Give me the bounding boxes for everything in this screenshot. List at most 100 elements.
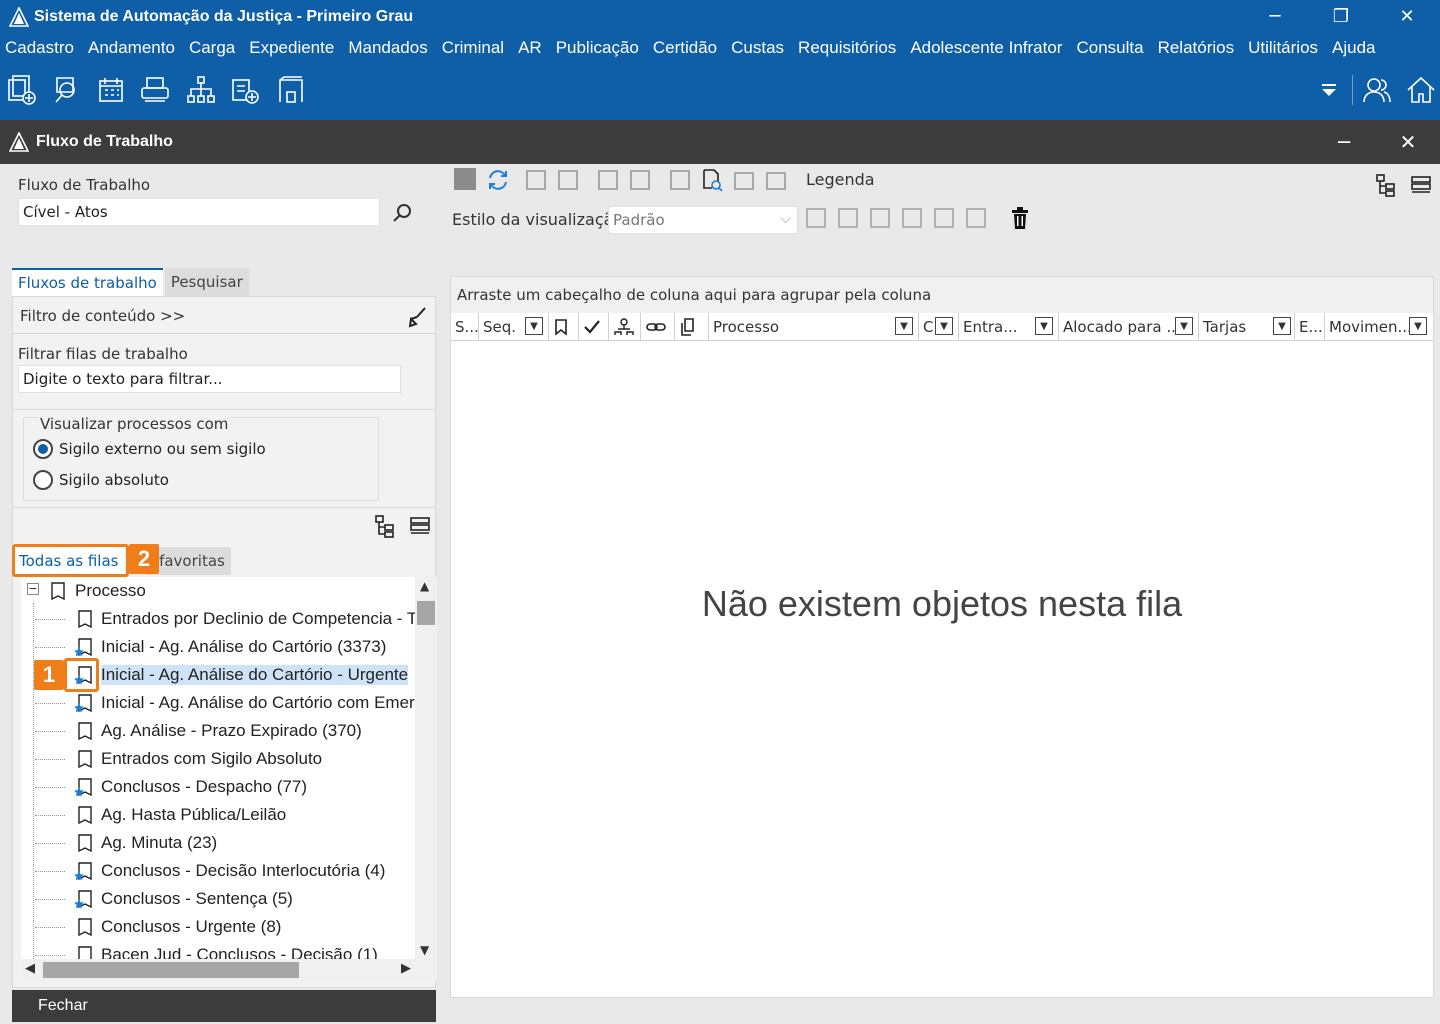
- view-style-select[interactable]: Padrão ⌵: [608, 206, 798, 234]
- home-icon[interactable]: [1404, 73, 1438, 107]
- col-check[interactable]: [579, 313, 609, 341]
- menu-item-relat-rios[interactable]: Relatórios: [1158, 38, 1235, 58]
- col-movimento[interactable]: Movimen... ▼: [1325, 313, 1433, 341]
- menu-item-ajuda[interactable]: Ajuda: [1332, 38, 1375, 58]
- queue-tree-item[interactable]: Conclusos - Urgente (8): [35, 913, 281, 941]
- flow-field[interactable]: Cível - Atos: [18, 198, 380, 226]
- printer-icon[interactable]: [138, 73, 172, 107]
- group-by-bar[interactable]: Arraste um cabeçalho de coluna aqui para…: [451, 277, 1433, 313]
- hscroll-thumb[interactable]: [43, 962, 299, 978]
- queue-tree-item[interactable]: Inicial - Ag. Análise do Cartório com Em…: [35, 689, 415, 717]
- minimize-button[interactable]: ─: [1242, 0, 1308, 33]
- col-processo[interactable]: Processo ▼: [709, 313, 919, 341]
- col-bookmark[interactable]: [549, 313, 579, 341]
- chevron-down-icon[interactable]: ▼: [525, 317, 543, 335]
- col-status[interactable]: S...: [451, 313, 479, 341]
- tab-fluxos[interactable]: Fluxos de trabalho: [12, 268, 163, 296]
- menu-item-requisit-rios[interactable]: Requisitórios: [798, 38, 896, 58]
- restore-button[interactable]: ❐: [1308, 0, 1374, 33]
- queue-tree-item[interactable]: Inicial - Ag. Análise do Cartório (3373): [35, 633, 386, 661]
- queue-tree-item[interactable]: Ag. Análise - Prazo Expirado (370): [35, 717, 362, 745]
- queue-tree-item[interactable]: Ag. Minuta (23): [35, 829, 217, 857]
- flag-icon[interactable]: [454, 168, 476, 190]
- menu-item-ar[interactable]: AR: [518, 38, 542, 58]
- search-icon[interactable]: [392, 202, 414, 224]
- dropdown-arrow-icon[interactable]: [1312, 73, 1346, 107]
- legend-link[interactable]: Legenda: [806, 170, 875, 189]
- expand-groups-icon[interactable]: [1374, 172, 1400, 198]
- menu-item-criminal[interactable]: Criminal: [442, 38, 504, 58]
- menu-item-publica-o[interactable]: Publicação: [556, 38, 639, 58]
- chevron-down-icon[interactable]: ▼: [895, 317, 913, 335]
- menu-item-adolescente-infrator[interactable]: Adolescente Infrator: [910, 38, 1062, 58]
- building-icon[interactable]: [274, 73, 308, 107]
- col-entrada[interactable]: Entra... ▼: [959, 313, 1059, 341]
- tab-filas-favoritas[interactable]: s favoritas: [146, 547, 231, 575]
- menu-item-consulta[interactable]: Consulta: [1076, 38, 1143, 58]
- scroll-left-icon[interactable]: ◀: [25, 961, 35, 976]
- radio-sigilo-externo[interactable]: Sigilo externo ou sem sigilo: [33, 439, 266, 459]
- col-movimento-label: Movimen...: [1329, 318, 1412, 336]
- chevron-down-icon[interactable]: ▼: [1409, 317, 1427, 335]
- collapse-tree-icon[interactable]: [407, 513, 433, 539]
- queue-tree-item[interactable]: Ag. Hasta Pública/Leilão: [35, 801, 286, 829]
- tree-vscroll[interactable]: ▲ ▼: [415, 577, 437, 959]
- menu-item-mandados[interactable]: Mandados: [348, 38, 427, 58]
- tree-root[interactable]: Processo: [47, 577, 146, 605]
- chevron-down-icon[interactable]: ▼: [935, 317, 953, 335]
- queue-tree-item[interactable]: Conclusos - Despacho (77): [35, 773, 307, 801]
- expand-tree-icon[interactable]: [373, 513, 399, 539]
- menu-item-cadastro[interactable]: Cadastro: [5, 38, 74, 58]
- search-process-icon[interactable]: [50, 73, 84, 107]
- col-document[interactable]: [675, 313, 709, 341]
- scroll-right-icon[interactable]: ▶: [401, 961, 411, 976]
- new-process-icon[interactable]: [4, 73, 38, 107]
- chevron-down-icon[interactable]: ▼: [1175, 317, 1193, 335]
- add-document-icon[interactable]: [228, 73, 262, 107]
- close-window-button[interactable]: ✕: [1374, 0, 1440, 33]
- menu-item-certid-o[interactable]: Certidão: [653, 38, 717, 58]
- close-button[interactable]: Fechar: [12, 990, 436, 1022]
- child-close-button[interactable]: ✕: [1376, 120, 1440, 164]
- tab-pesquisar[interactable]: Pesquisar: [164, 268, 249, 296]
- col-seq[interactable]: Seq. ▼: [479, 313, 549, 341]
- collapse-groups-icon[interactable]: [1408, 172, 1434, 198]
- child-minimize-button[interactable]: ─: [1312, 120, 1376, 164]
- queue-tree-item[interactable]: Conclusos - Sentença (5): [35, 885, 293, 913]
- menu-item-custas[interactable]: Custas: [731, 38, 784, 58]
- calendar-icon[interactable]: [94, 73, 128, 107]
- menu-item-expediente[interactable]: Expediente: [249, 38, 334, 58]
- broom-icon[interactable]: [405, 305, 429, 329]
- vscroll-thumb[interactable]: [417, 601, 435, 625]
- col-c[interactable]: C ▼: [919, 313, 959, 341]
- col-link[interactable]: [641, 313, 675, 341]
- col-users[interactable]: [609, 313, 641, 341]
- menu-item-andamento[interactable]: Andamento: [88, 38, 175, 58]
- content-filter-toggle[interactable]: Filtro de conteúdo >>: [20, 307, 185, 325]
- tree-hscroll[interactable]: ◀ ▶: [21, 959, 437, 981]
- col-e[interactable]: E...: [1295, 313, 1325, 341]
- refresh-icon[interactable]: [486, 168, 510, 192]
- scroll-down-icon[interactable]: ▼: [420, 943, 429, 957]
- callout-highlight-2: [12, 544, 129, 577]
- tree-connector: [35, 731, 65, 732]
- chevron-down-icon[interactable]: ▼: [1035, 317, 1053, 335]
- trash-icon[interactable]: [1008, 206, 1032, 230]
- queue-tree-item[interactable]: Entrados com Sigilo Absoluto: [35, 745, 322, 773]
- queue-tree-item[interactable]: Entrados por Declinio de Competencia - T: [35, 605, 417, 633]
- queue-tree-item[interactable]: Inicial - Ag. Análise do Cartório - Urge…: [35, 661, 409, 689]
- chevron-down-icon[interactable]: ▼: [1273, 317, 1291, 335]
- col-tarjas[interactable]: Tarjas ▼: [1199, 313, 1295, 341]
- collapse-toggle-icon[interactable]: −: [27, 583, 39, 595]
- inspect-document-icon[interactable]: [700, 168, 724, 192]
- radio-sigilo-absoluto[interactable]: Sigilo absoluto: [33, 470, 169, 490]
- scroll-up-icon[interactable]: ▲: [420, 579, 429, 593]
- queue-tree-item[interactable]: Conclusos - Decisão Interlocutória (4): [35, 857, 385, 885]
- filter-queues-input[interactable]: Digite o texto para filtrar...: [18, 365, 401, 393]
- col-alocado[interactable]: Alocado para ... ▼: [1059, 313, 1199, 341]
- users-icon[interactable]: [1360, 73, 1394, 107]
- queue-icon: [73, 832, 95, 854]
- menu-item-carga[interactable]: Carga: [189, 38, 235, 58]
- menu-item-utilit-rios[interactable]: Utilitários: [1248, 38, 1318, 58]
- hierarchy-icon[interactable]: [184, 73, 218, 107]
